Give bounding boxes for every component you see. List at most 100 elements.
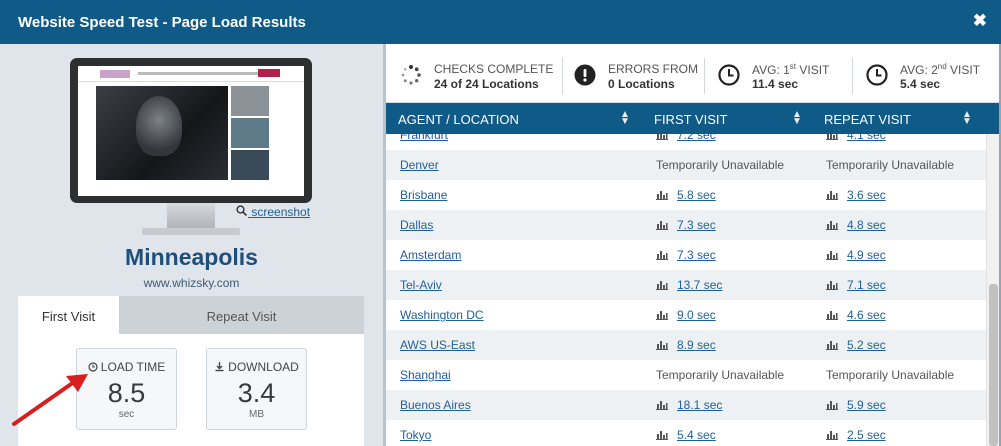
alert-icon	[574, 64, 596, 86]
sort-icon[interactable]: ▲ ▼	[620, 110, 630, 127]
first-visit-value: Temporarily Unavailable	[656, 368, 785, 382]
location-link[interactable]: Amsterdam	[400, 248, 461, 262]
location-link[interactable]: Frankfurt	[400, 134, 448, 142]
tab-first-visit[interactable]: First Visit	[18, 296, 119, 334]
screenshot-label: screenshot	[251, 205, 311, 219]
table-row: Dallas 7.3 sec 4.8 sec	[386, 210, 986, 240]
download-value: 3.4	[237, 378, 276, 408]
first-visit-value[interactable]: 7.3 sec	[656, 218, 716, 232]
first-visit-value-link[interactable]: 9.0 sec	[677, 308, 716, 322]
location-link[interactable]: AWS US-East	[400, 338, 475, 352]
sort-icon[interactable]: ▲ ▼	[792, 110, 802, 127]
repeat-visit-value[interactable]: 3.6 sec	[826, 188, 886, 202]
repeat-visit-value-link[interactable]: 5.2 sec	[847, 338, 886, 352]
results-panel: CHECKS COMPLETE 24 of 24 Locations ERROR…	[386, 44, 999, 446]
col-repeat-visit[interactable]: REPEAT VISIT	[824, 112, 911, 127]
avg-first-visit: AVG: 1st VISIT 11.4 sec	[718, 58, 858, 94]
repeat-visit-value-link[interactable]: 4.9 sec	[847, 248, 886, 262]
monitor-image	[70, 58, 312, 203]
close-icon[interactable]: ✖	[973, 11, 987, 31]
repeat-visit-value-link[interactable]: 3.6 sec	[847, 188, 886, 202]
location-link[interactable]: Denver	[400, 158, 439, 172]
summary-bar: CHECKS COMPLETE 24 of 24 Locations ERROR…	[386, 44, 999, 103]
repeat-visit-value-link[interactable]: 5.9 sec	[847, 398, 886, 412]
bar-chart-icon	[826, 221, 838, 230]
first-visit-value: Temporarily Unavailable	[656, 158, 785, 172]
first-visit-value[interactable]: 7.2 sec	[656, 134, 716, 142]
location-link[interactable]: Washington DC	[400, 308, 484, 322]
repeat-visit-value[interactable]: 7.1 sec	[826, 278, 886, 292]
location-link[interactable]: Buenos Aires	[400, 398, 471, 412]
first-visit-value-link[interactable]: 8.9 sec	[677, 338, 716, 352]
errors-label: ERRORS FROM	[608, 62, 698, 76]
avg-first-value: 11.4 sec	[752, 77, 799, 91]
first-visit-value-link[interactable]: 7.3 sec	[677, 248, 716, 262]
avg-second-label: AVG: 2nd VISIT	[900, 62, 981, 77]
monitor-base	[142, 228, 240, 235]
first-visit-value[interactable]: 7.3 sec	[656, 248, 716, 262]
bar-chart-icon	[656, 401, 668, 410]
repeat-visit-value[interactable]: 5.2 sec	[826, 338, 886, 352]
first-visit-value-link[interactable]: 7.2 sec	[677, 134, 716, 142]
location-link[interactable]: Brisbane	[400, 188, 447, 202]
first-visit-value[interactable]: 5.4 sec	[656, 428, 716, 442]
sort-icon[interactable]: ▲ ▼	[962, 110, 972, 127]
repeat-visit-value[interactable]: 2.5 sec	[826, 428, 886, 442]
repeat-visit-value-link[interactable]: 4.1 sec	[847, 134, 886, 142]
first-visit-value[interactable]: 9.0 sec	[656, 308, 716, 322]
location-link[interactable]: Tokyo	[400, 428, 431, 442]
location-link[interactable]: Dallas	[400, 218, 433, 232]
tested-domain: www.whizsky.com	[143, 276, 240, 290]
avg-second-visit: AVG: 2nd VISIT 5.4 sec	[866, 58, 996, 94]
first-visit-value[interactable]: 13.7 sec	[656, 278, 722, 292]
repeat-visit-value-link[interactable]: 2.5 sec	[847, 428, 886, 442]
first-visit-value-link[interactable]: 18.1 sec	[677, 398, 722, 412]
location-name: Minneapolis	[125, 244, 258, 270]
tab-repeat-visit[interactable]: Repeat Visit	[119, 296, 364, 334]
window-title: Website Speed Test - Page Load Results	[18, 14, 306, 31]
bar-chart-icon	[826, 134, 838, 140]
scrollbar-thumb[interactable]	[989, 284, 998, 446]
first-visit-value-link[interactable]: 5.4 sec	[677, 428, 716, 442]
bar-chart-icon	[656, 311, 668, 320]
location-link[interactable]: Tel-Aviv	[400, 278, 442, 292]
bar-chart-icon	[826, 191, 838, 200]
checks-complete: CHECKS COMPLETE 24 of 24 Locations	[400, 58, 560, 94]
first-visit-value[interactable]: 18.1 sec	[656, 398, 722, 412]
download-unit: MB	[249, 409, 264, 420]
bar-chart-icon	[826, 431, 838, 440]
col-first-visit[interactable]: FIRST VISIT	[654, 112, 727, 127]
clock-icon	[866, 64, 888, 86]
results-table-body: Frankfurt 7.2 sec 4.1 sec Denver Temporarily…	[386, 134, 986, 446]
location-link[interactable]: Shanghai	[400, 368, 451, 382]
checks-value: 24 of 24 Locations	[434, 77, 539, 91]
bar-chart-icon	[656, 221, 668, 230]
first-visit-value-link[interactable]: 5.8 sec	[677, 188, 716, 202]
repeat-visit-value[interactable]: 4.1 sec	[826, 134, 886, 142]
scrollbar[interactable]	[986, 134, 999, 446]
bar-chart-icon	[656, 134, 668, 140]
repeat-visit-value-link[interactable]: 7.1 sec	[847, 278, 886, 292]
bar-chart-icon	[826, 341, 838, 350]
title-bar: Website Speed Test - Page Load Results ✖	[0, 0, 1001, 44]
first-visit-value[interactable]: 5.8 sec	[656, 188, 716, 202]
first-visit-value-link[interactable]: 13.7 sec	[677, 278, 722, 292]
screenshot-link[interactable]: screenshot	[236, 205, 310, 219]
col-agent-location[interactable]: AGENT / LOCATION	[398, 112, 519, 127]
repeat-visit-value[interactable]: 4.6 sec	[826, 308, 886, 322]
avg-first-label: AVG: 1st VISIT	[752, 62, 830, 77]
avg-second-value: 5.4 sec	[900, 77, 941, 91]
repeat-visit-value[interactable]: 4.9 sec	[826, 248, 886, 262]
table-row: Tel-Aviv 13.7 sec 7.1 sec	[386, 270, 986, 300]
table-row: Tokyo 5.4 sec 2.5 sec	[386, 420, 986, 446]
table-row: Brisbane 5.8 sec 3.6 sec	[386, 180, 986, 210]
repeat-visit-value-link[interactable]: 4.8 sec	[847, 218, 886, 232]
repeat-visit-value[interactable]: 4.8 sec	[826, 218, 886, 232]
repeat-visit-value[interactable]: 5.9 sec	[826, 398, 886, 412]
bar-chart-icon	[826, 401, 838, 410]
first-visit-value-link[interactable]: 7.3 sec	[677, 218, 716, 232]
table-row: AWS US-East 8.9 sec 5.2 sec	[386, 330, 986, 360]
site-screenshot[interactable]	[78, 66, 304, 196]
first-visit-value[interactable]: 8.9 sec	[656, 338, 716, 352]
repeat-visit-value-link[interactable]: 4.6 sec	[847, 308, 886, 322]
